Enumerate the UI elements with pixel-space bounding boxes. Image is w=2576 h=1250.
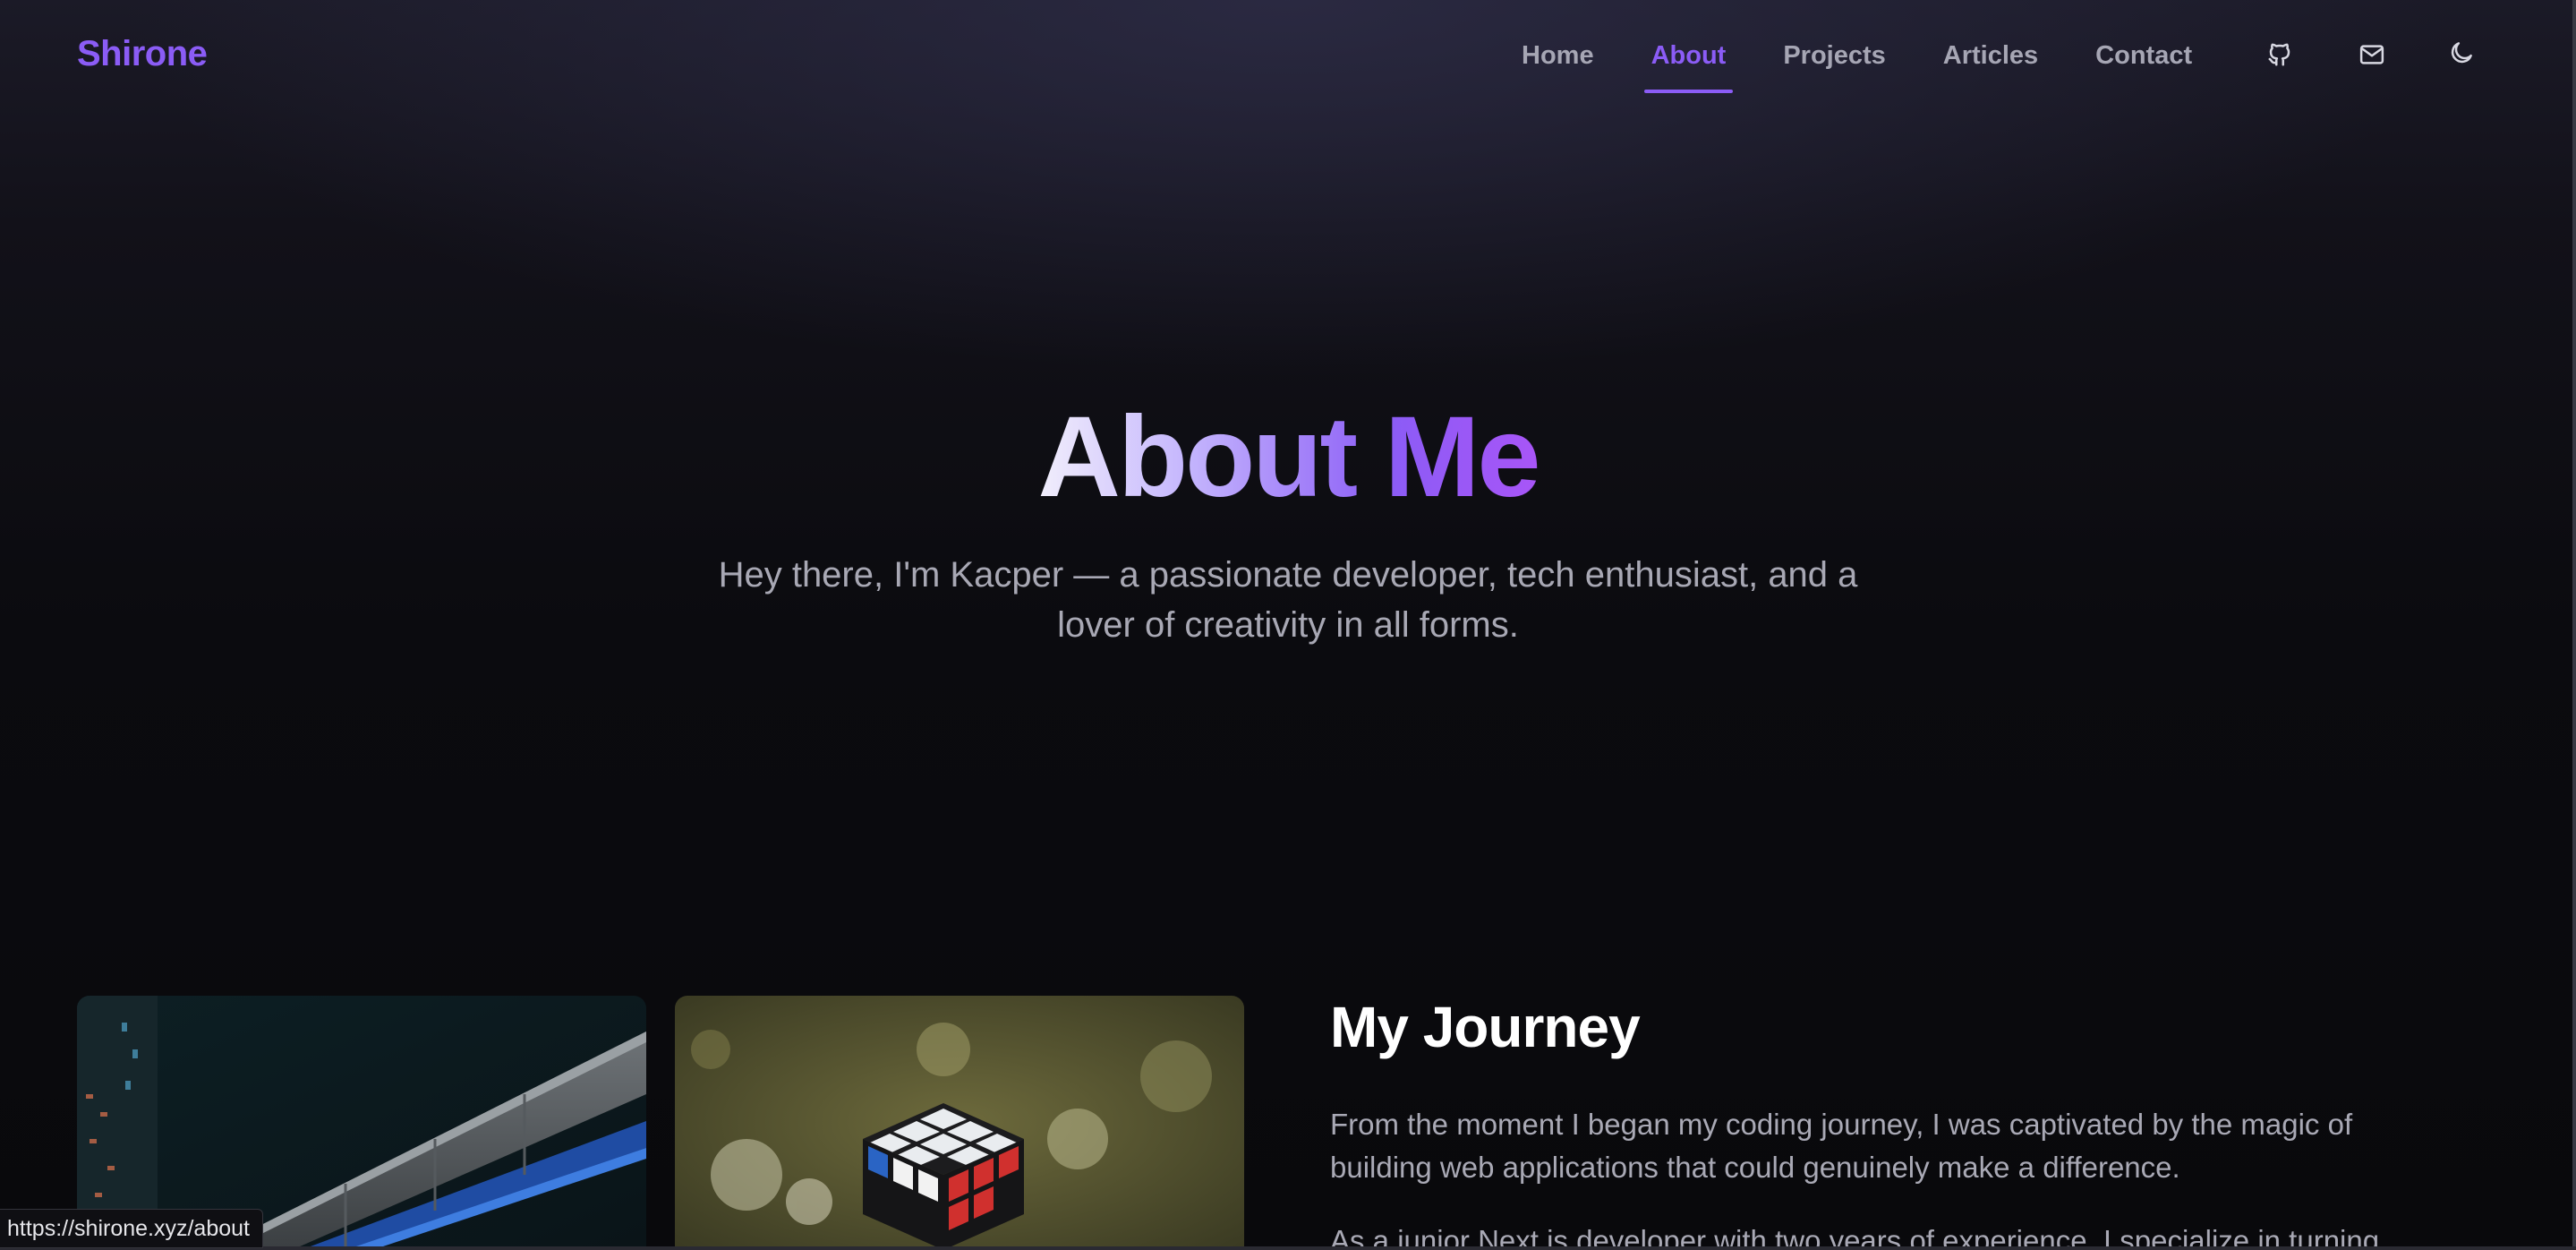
nav-articles[interactable]: Articles <box>1943 36 2038 71</box>
site-header: Shirone Home About Projects Articles Con… <box>0 0 2572 115</box>
hero-subtitle: Hey there, I'm Kacper — a passionate dev… <box>718 555 1858 645</box>
journey-heading: My Journey <box>1330 995 1641 1059</box>
rubiks-cube-photo <box>675 996 1244 1250</box>
status-bar-url: https://shirone.xyz/about <box>0 1209 263 1248</box>
window-bottom-edge <box>0 1246 2576 1250</box>
nav-about[interactable]: About <box>1643 36 1734 93</box>
page-title: About Me <box>1037 393 1541 521</box>
nav-contact[interactable]: Contact <box>2095 36 2192 71</box>
mail-icon[interactable] <box>2357 39 2387 70</box>
journey-paragraph: As a junior Next.js developer with two y… <box>1330 1224 2380 1250</box>
journey-paragraph: From the moment I began my coding journe… <box>1330 1108 2353 1184</box>
window-edge <box>2572 0 2576 1250</box>
nav-home[interactable]: Home <box>1522 36 1594 71</box>
github-icon[interactable] <box>2265 39 2295 70</box>
main-nav: Home About Projects Articles Contact <box>1522 36 2249 93</box>
site-logo[interactable]: Shirone <box>77 34 208 74</box>
nav-projects[interactable]: Projects <box>1783 36 1885 71</box>
moon-icon[interactable] <box>2446 38 2477 68</box>
